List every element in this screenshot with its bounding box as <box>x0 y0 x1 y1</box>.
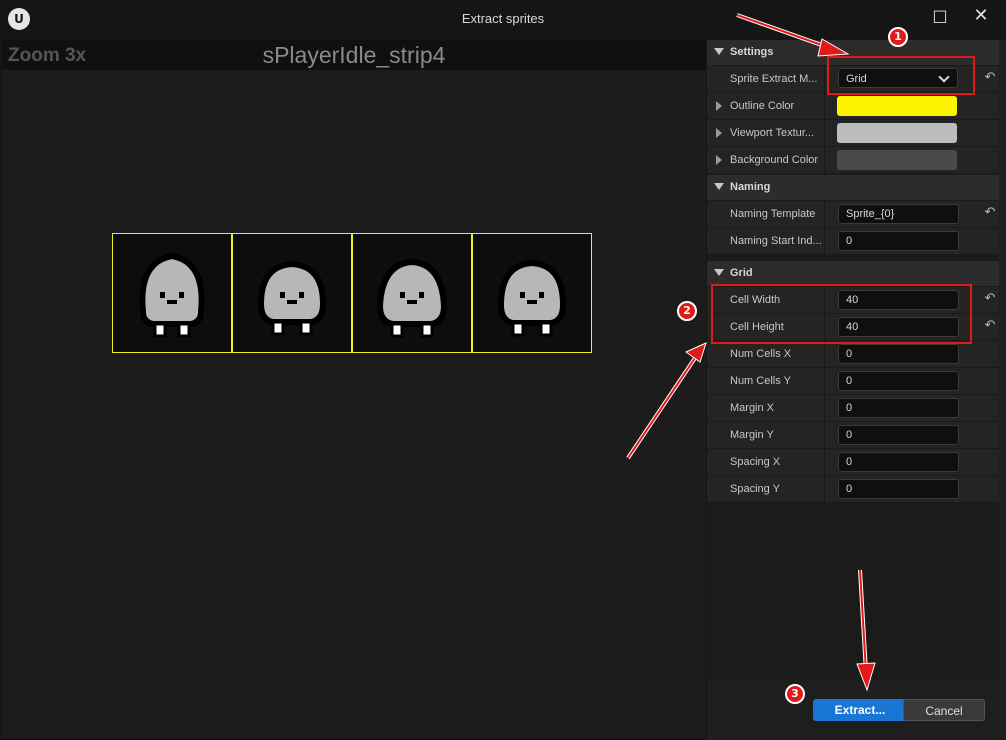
step-badge-2: 2 <box>677 301 697 321</box>
cell-width-row: Cell Width 40 ↶ <box>707 287 999 314</box>
margin-x-input[interactable]: 0 <box>838 398 959 418</box>
reset-icon[interactable]: ↶ <box>982 70 998 86</box>
step-badge-1: 1 <box>888 27 908 47</box>
sprite-viewport[interactable]: Zoom 3x sPlayerIdle_strip4 <box>2 40 706 738</box>
sprite-extract-mode-dropdown[interactable]: Grid <box>838 68 958 88</box>
close-icon[interactable]: ✕ <box>969 6 993 26</box>
cell-height-input[interactable]: 40 <box>838 317 959 337</box>
sprite-cell-2[interactable] <box>232 233 352 353</box>
num-cells-y-row: Num Cells Y 0 <box>707 368 999 395</box>
naming-template-row: Naming Template Sprite_{0} ↶ <box>707 201 999 228</box>
player-sprite-icon <box>139 252 205 338</box>
sprite-cell-1[interactable] <box>112 233 232 353</box>
background-color-swatch[interactable] <box>837 150 957 170</box>
naming-start-index-row: Naming Start Ind... 0 <box>707 228 999 255</box>
settings-section-header[interactable]: Settings <box>707 40 999 65</box>
outline-color-swatch[interactable] <box>837 96 957 116</box>
outline-color-row: Outline Color <box>707 93 999 120</box>
viewport-texture-color-swatch[interactable] <box>837 123 957 143</box>
step-badge-3: 3 <box>785 684 805 704</box>
naming-template-input[interactable]: Sprite_{0} <box>838 204 959 224</box>
collapse-arrow-icon <box>714 269 724 276</box>
num-cells-x-input[interactable]: 0 <box>838 344 959 364</box>
window-title: Extract sprites <box>461 11 545 26</box>
grid-section-header[interactable]: Grid <box>707 261 999 286</box>
maximize-icon[interactable]: □ <box>928 6 952 26</box>
sprite-cell-3[interactable] <box>352 233 472 353</box>
chevron-down-icon <box>938 71 950 83</box>
background-color-row: Background Color <box>707 147 999 174</box>
title-bar: U Extract sprites □ ✕ <box>0 0 1006 37</box>
player-sprite-icon <box>376 258 448 338</box>
spacing-y-input[interactable]: 0 <box>838 479 959 499</box>
collapse-arrow-icon <box>714 183 724 190</box>
sprite-strip <box>112 233 592 353</box>
sprite-name: sPlayerIdle_strip4 <box>262 42 446 68</box>
player-sprite-icon <box>257 260 327 336</box>
spacing-y-row: Spacing Y 0 <box>707 476 999 503</box>
expand-arrow-icon[interactable] <box>716 128 722 138</box>
collapse-arrow-icon <box>714 48 724 55</box>
margin-x-row: Margin X 0 <box>707 395 999 422</box>
reset-icon[interactable]: ↶ <box>982 205 998 221</box>
details-panel: Settings Sprite Extract M... Grid ↶ Outl… <box>707 40 1006 740</box>
num-cells-y-input[interactable]: 0 <box>838 371 959 391</box>
reset-icon[interactable]: ↶ <box>982 318 998 334</box>
player-sprite-icon <box>497 259 567 337</box>
margin-y-input[interactable]: 0 <box>838 425 959 445</box>
naming-section-header[interactable]: Naming <box>707 175 999 200</box>
reset-icon[interactable]: ↶ <box>982 291 998 307</box>
viewport-header: Zoom 3x sPlayerIdle_strip4 <box>2 40 706 70</box>
num-cells-x-row: Num Cells X 0 <box>707 341 999 368</box>
spacing-x-row: Spacing X 0 <box>707 449 999 476</box>
naming-start-index-input[interactable]: 0 <box>838 231 959 251</box>
cell-width-input[interactable]: 40 <box>838 290 959 310</box>
cell-height-row: Cell Height 40 ↶ <box>707 314 999 341</box>
expand-arrow-icon[interactable] <box>716 155 722 165</box>
expand-arrow-icon[interactable] <box>716 101 722 111</box>
spacing-x-input[interactable]: 0 <box>838 452 959 472</box>
extract-button[interactable]: Extract... <box>813 699 907 721</box>
viewport-texture-row: Viewport Textur... <box>707 120 999 147</box>
margin-y-row: Margin Y 0 <box>707 422 999 449</box>
cancel-button[interactable]: Cancel <box>903 699 985 721</box>
sprite-extract-mode-row: Sprite Extract M... Grid ↶ <box>707 66 999 93</box>
sprite-cell-4[interactable] <box>472 233 592 353</box>
